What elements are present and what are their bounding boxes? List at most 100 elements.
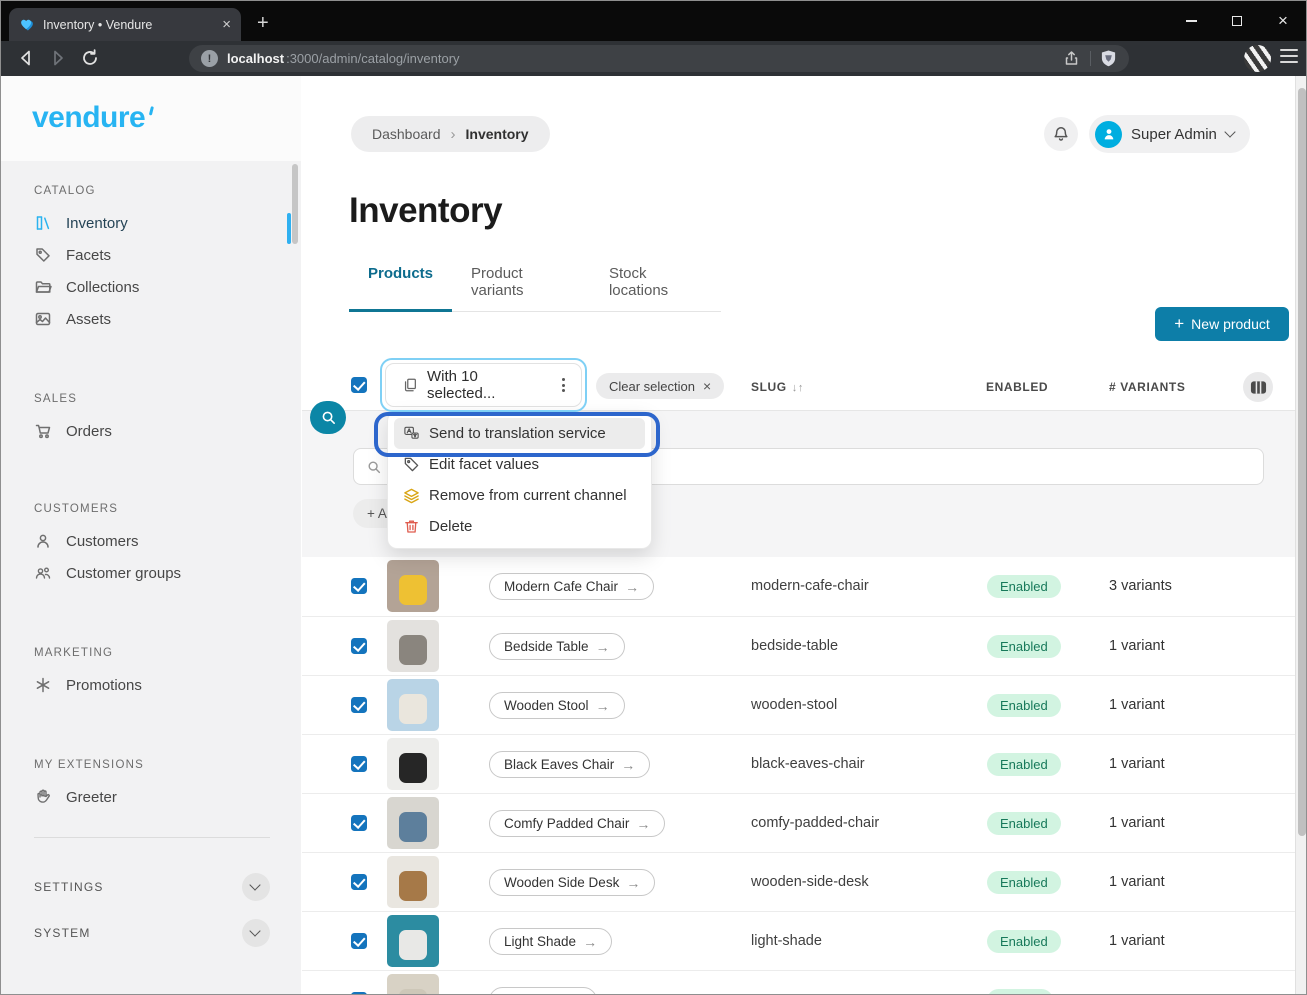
variant-count: 1 variant <box>1109 815 1165 831</box>
inventory-icon <box>34 214 52 232</box>
sidebar-item-assets[interactable]: Assets <box>34 303 301 335</box>
product-link-pill[interactable]: Bedside Table→ <box>489 633 625 660</box>
menu-item-send-to-translation-service[interactable]: Send to translation service <box>394 418 645 449</box>
menu-item-remove-from-current-channel[interactable]: Remove from current channel <box>394 480 645 511</box>
product-slug: black-eaves-chair <box>751 756 865 772</box>
nav-section-my-extensions: MY EXTENSIONS Greeter <box>34 759 301 813</box>
tab-products[interactable]: Products <box>349 259 452 312</box>
notifications-button[interactable] <box>1044 117 1078 151</box>
row-checkbox[interactable] <box>351 578 367 594</box>
product-thumbnail <box>387 974 439 995</box>
sidebar-item-facets[interactable]: Facets <box>34 239 301 271</box>
arrow-right-icon: → <box>621 757 635 773</box>
column-header-enabled: ENABLED <box>986 380 1048 394</box>
arrow-right-icon: → <box>583 934 597 950</box>
tab-close-icon[interactable]: × <box>222 16 231 33</box>
sidebar-item-greeter[interactable]: Greeter <box>34 781 301 813</box>
menu-item-edit-facet-values[interactable]: Edit facet values <box>394 449 645 480</box>
browser-profile-avatar[interactable] <box>1244 45 1271 72</box>
product-link-pill[interactable]: Wooden Side Desk→ <box>489 869 655 896</box>
user-menu-button[interactable]: Super Admin <box>1089 115 1250 153</box>
select-all-checkbox[interactable] <box>351 377 367 393</box>
bell-icon <box>1052 125 1070 143</box>
window-maximize-button[interactable] <box>1214 1 1260 41</box>
menu-item-delete[interactable]: Delete <box>394 511 645 542</box>
share-icon[interactable] <box>1062 49 1081 68</box>
product-link-pill[interactable]: Light Shade→ <box>489 928 612 955</box>
browser-tab[interactable]: Inventory • Vendure × <box>9 8 241 41</box>
breadcrumb-current: Inventory <box>466 126 529 142</box>
sidebar-item-label: Orders <box>66 423 112 440</box>
brave-shield-icon[interactable] <box>1100 49 1117 68</box>
product-thumbnail <box>387 797 439 849</box>
menu-item-label: Remove from current channel <box>429 487 627 504</box>
product-link-pill[interactable]: Comfy Padded Chair→ <box>489 810 665 837</box>
site-info-icon[interactable]: ! <box>201 50 218 67</box>
forward-button[interactable] <box>48 48 68 68</box>
content-scrollbar[interactable] <box>1295 76 1307 995</box>
table-row <box>302 970 1295 995</box>
product-link-pill[interactable]: Modern Cafe Chair→ <box>489 573 654 600</box>
customer-groups-icon <box>34 564 52 582</box>
row-checkbox[interactable] <box>351 638 367 654</box>
reload-button[interactable] <box>80 48 100 68</box>
sidebar-item-collections[interactable]: Collections <box>34 271 301 303</box>
product-link-pill[interactable]: Wooden Stool→ <box>489 692 625 719</box>
layers-icon <box>403 487 420 504</box>
status-badge: Enabled <box>987 930 1061 953</box>
url-bar[interactable]: ! localhost :3000/admin/catalog/inventor… <box>189 45 1129 72</box>
bulk-actions-menu: Send to translation service Edit facet v… <box>387 411 652 549</box>
product-thumbnail <box>387 560 439 612</box>
column-header-slug[interactable]: SLUG↓↑ <box>751 380 804 394</box>
customer-icon <box>34 532 52 550</box>
product-slug: wooden-side-desk <box>751 874 869 890</box>
tab-product-variants[interactable]: Product variants <box>452 259 590 312</box>
tab-stock-locations[interactable]: Stock locations <box>590 259 721 312</box>
sidebar-item-inventory[interactable]: Inventory <box>34 207 301 239</box>
section-heading: CUSTOMERS <box>34 503 301 515</box>
new-product-button[interactable]: + New product <box>1155 307 1289 341</box>
sidebar-group-settings[interactable]: SETTINGS <box>34 872 270 902</box>
row-checkbox[interactable] <box>351 756 367 772</box>
variant-count: 1 variant <box>1109 638 1165 654</box>
arrow-right-icon: → <box>636 816 650 832</box>
sidebar-item-label: Greeter <box>66 789 117 806</box>
new-tab-button[interactable]: + <box>257 12 269 35</box>
content-scrollbar-thumb[interactable] <box>1298 88 1306 836</box>
status-badge: Enabled <box>987 812 1061 835</box>
sort-icon: ↓↑ <box>792 382 804 394</box>
sidebar-item-label: Facets <box>66 247 111 264</box>
status-badge: Enabled <box>987 694 1061 717</box>
urlbar-divider <box>1090 51 1091 66</box>
back-button[interactable] <box>16 48 36 68</box>
column-settings-button[interactable] <box>1243 372 1273 402</box>
browser-menu-icon[interactable] <box>1280 49 1298 63</box>
breadcrumb-dashboard-link[interactable]: Dashboard <box>372 126 441 142</box>
sidebar-group-system[interactable]: SYSTEM <box>34 918 270 948</box>
window-minimize-button[interactable] <box>1168 1 1214 41</box>
product-slug: modern-cafe-chair <box>751 578 869 594</box>
sidebar-item-customer-groups[interactable]: Customer groups <box>34 557 301 589</box>
arrow-right-icon: → <box>596 698 610 714</box>
arrow-right-icon: → <box>626 875 640 891</box>
row-checkbox[interactable] <box>351 815 367 831</box>
product-link-pill[interactable] <box>489 987 597 995</box>
vendure-logo[interactable]: vendure <box>32 101 150 135</box>
row-checkbox[interactable] <box>351 874 367 890</box>
product-thumbnail <box>387 856 439 908</box>
sidebar-scrollbar-thumb[interactable] <box>292 164 298 244</box>
clear-selection-button[interactable]: Clear selection × <box>596 373 724 399</box>
sidebar-item-promotions[interactable]: Promotions <box>34 669 301 701</box>
row-checkbox[interactable] <box>351 933 367 949</box>
search-toggle-button[interactable] <box>310 401 346 434</box>
arrow-right-icon: → <box>625 579 639 595</box>
window-close-button[interactable]: × <box>1260 1 1306 41</box>
sidebar-item-customers[interactable]: Customers <box>34 525 301 557</box>
chevron-down-icon[interactable] <box>242 873 270 901</box>
row-checkbox[interactable] <box>351 697 367 713</box>
bulk-actions-button[interactable]: With 10 selected... <box>385 363 582 407</box>
chevron-down-icon[interactable] <box>242 919 270 947</box>
product-link-pill[interactable]: Black Eaves Chair→ <box>489 751 650 778</box>
sidebar-item-orders[interactable]: Orders <box>34 415 301 447</box>
product-thumbnail <box>387 620 439 672</box>
